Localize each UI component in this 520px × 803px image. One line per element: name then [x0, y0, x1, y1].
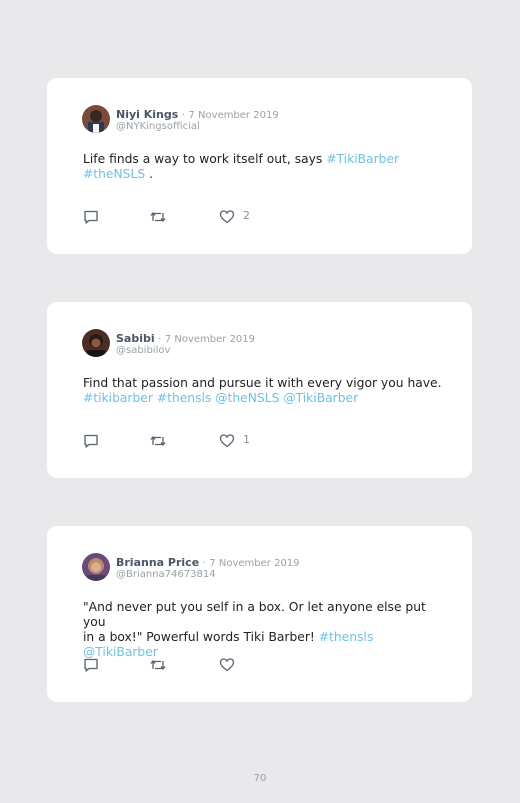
hashtag-link[interactable]: #TikiBarber — [326, 152, 399, 166]
tweet-text-line: in a box!" Powerful words Tiki Barber! — [83, 630, 319, 644]
tweet-text: "And never put you self in a box. Or let… — [83, 600, 448, 660]
hashtag-link[interactable]: #thensls — [157, 391, 212, 405]
hashtag-link[interactable]: #theNSLS — [83, 167, 145, 181]
reply-icon[interactable] — [83, 433, 99, 449]
author-name[interactable]: Niyi Kings — [116, 108, 178, 121]
tweet-text-line: Find that passion and pursue it with eve… — [83, 376, 442, 390]
hashtag-link[interactable]: #tikibarber — [83, 391, 153, 405]
heart-icon[interactable] — [219, 209, 235, 225]
tweet-card: Brianna Price · 7 November 2019 @Brianna… — [47, 526, 472, 702]
reply-icon[interactable] — [83, 657, 99, 673]
tweet-author-line: Sabibi · 7 November 2019 — [116, 332, 255, 345]
avatar[interactable] — [82, 553, 110, 581]
author-name[interactable]: Sabibi — [116, 332, 155, 345]
author-handle[interactable]: @Brianna74673814 — [116, 569, 216, 580]
avatar[interactable] — [82, 329, 110, 357]
heart-icon[interactable] — [219, 657, 235, 673]
tweet-text-end: . — [145, 167, 153, 181]
separator-dot: · — [181, 110, 185, 121]
retweet-icon[interactable] — [149, 209, 167, 225]
tweet-author-line: Brianna Price · 7 November 2019 — [116, 556, 300, 569]
tweet-text: Find that passion and pursue it with eve… — [83, 376, 448, 406]
author-name[interactable]: Brianna Price — [116, 556, 199, 569]
tweet-card: Sabibi · 7 November 2019 @sabibilov Find… — [47, 302, 472, 478]
heart-icon[interactable] — [219, 433, 235, 449]
author-handle[interactable]: @NYKingsofficial — [116, 121, 200, 132]
like-count: 2 — [243, 209, 250, 222]
tweet-text-plain: Life finds a way to work itself out, say… — [83, 152, 327, 166]
author-handle[interactable]: @sabibilov — [116, 345, 170, 356]
separator-dot: · — [158, 334, 162, 345]
reply-icon[interactable] — [83, 209, 99, 225]
tweet-text-line: "And never put you self in a box. Or let… — [83, 600, 426, 629]
separator-dot: · — [202, 558, 206, 569]
mention-link[interactable]: @TikiBarber — [283, 391, 358, 405]
hashtag-link[interactable]: #thensls — [319, 630, 374, 644]
tweet-text: Life finds a way to work itself out, say… — [83, 152, 448, 182]
retweet-icon[interactable] — [149, 657, 167, 673]
avatar[interactable] — [82, 105, 110, 133]
tweet-card: Niyi Kings · 7 November 2019 @NYKingsoff… — [47, 78, 472, 254]
retweet-icon[interactable] — [149, 433, 167, 449]
page-number: 70 — [253, 773, 267, 784]
tweet-author-line: Niyi Kings · 7 November 2019 — [116, 108, 279, 121]
tweet-date[interactable]: 7 November 2019 — [209, 558, 299, 569]
tweet-date[interactable]: 7 November 2019 — [165, 334, 255, 345]
tweet-date[interactable]: 7 November 2019 — [188, 110, 278, 121]
like-count: 1 — [243, 433, 250, 446]
mention-link[interactable]: @theNSLS — [215, 391, 279, 405]
